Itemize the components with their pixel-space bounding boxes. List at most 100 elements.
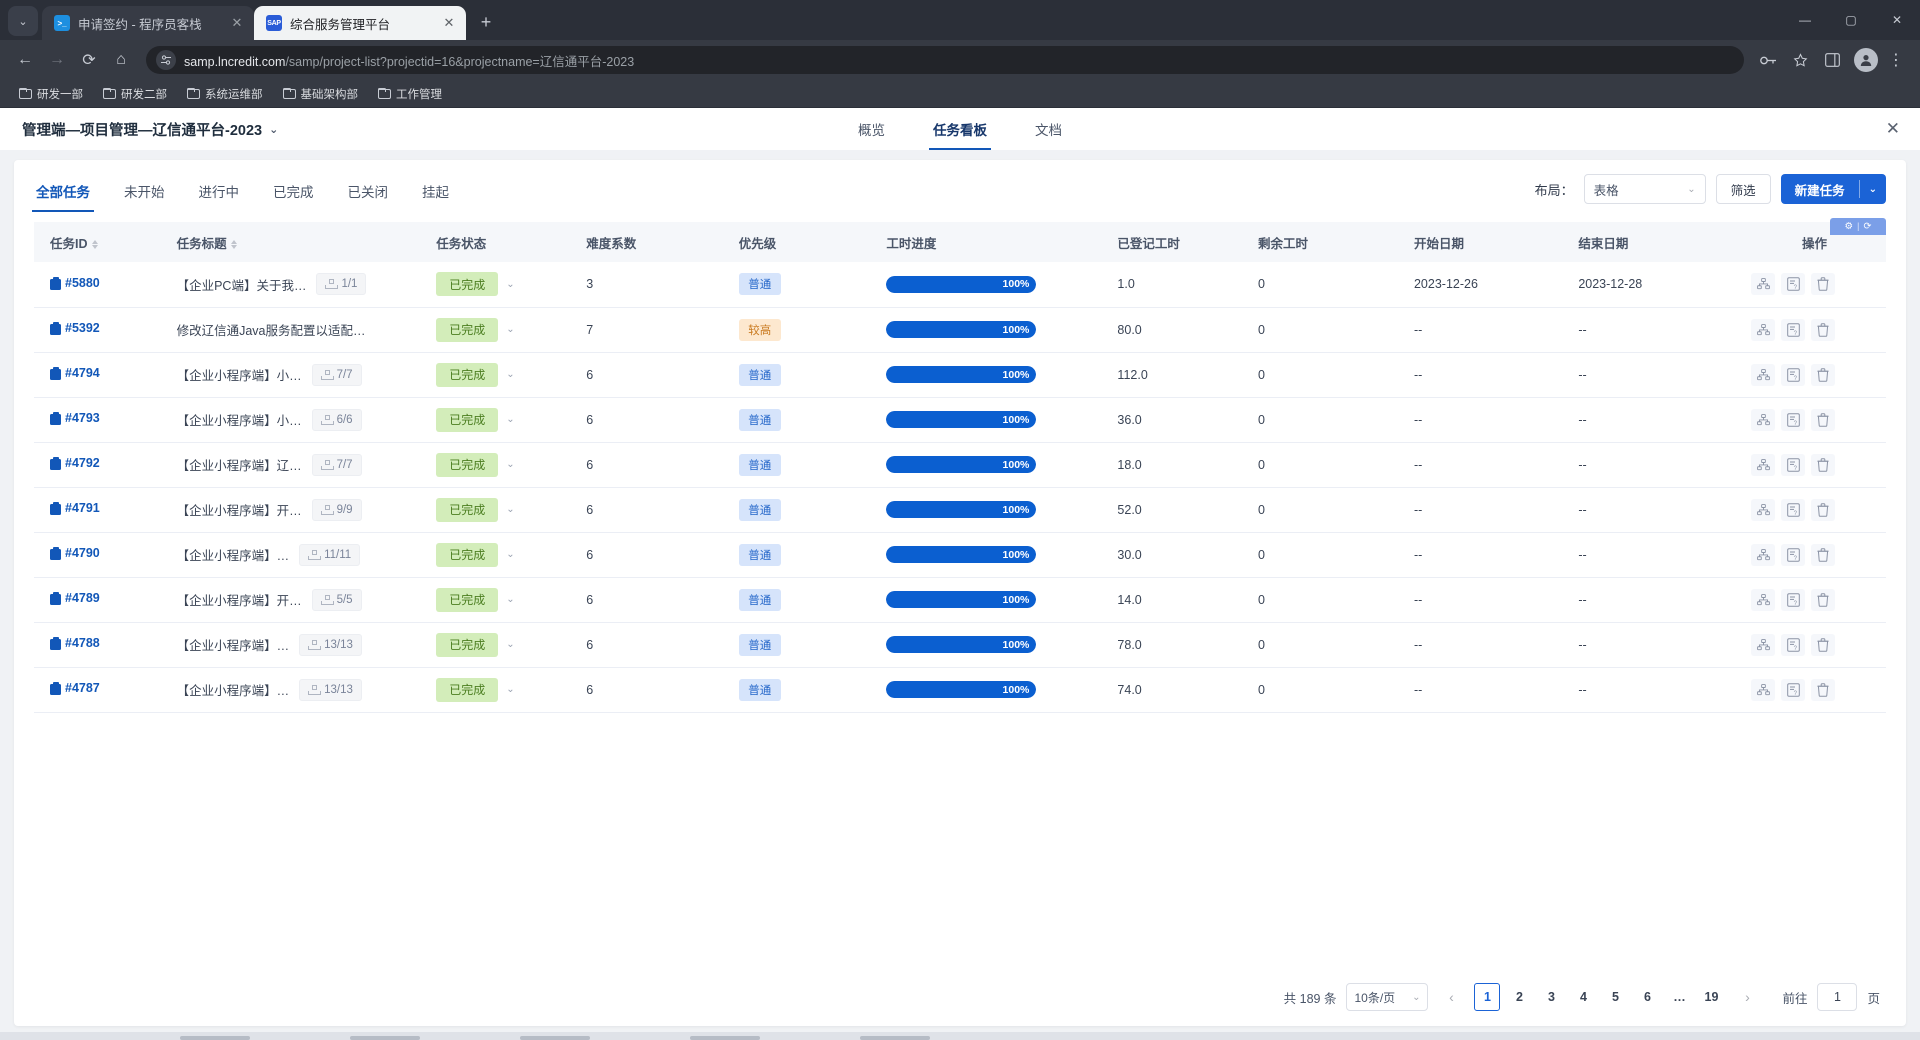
address-bar[interactable]: samp.lncredit.com/samp/project-list?proj… <box>146 46 1744 74</box>
browser-menu-icon[interactable]: ⋮ <box>1882 46 1910 74</box>
task-id-link[interactable]: #4790 <box>50 546 100 560</box>
subtask-count-badge[interactable]: 9/9 <box>311 498 362 521</box>
close-icon[interactable]: ✕ <box>440 14 458 32</box>
page-number-1[interactable]: 1 <box>1474 983 1501 1011</box>
subtask-count-badge[interactable]: 1/1 <box>316 273 367 296</box>
reload-icon[interactable]: ⟳ <box>74 45 104 75</box>
sitemap-icon[interactable] <box>1751 453 1775 476</box>
page-number-3[interactable]: 3 <box>1538 983 1564 1011</box>
filter-tab-not-started[interactable]: 未开始 <box>124 160 165 222</box>
chevron-down-icon[interactable]: ⌄ <box>506 369 514 380</box>
table-row[interactable]: #4790 【企业小程序端】… 11/11 已完成 ⌄ 6 普通 100% 30.0… <box>34 532 1886 577</box>
bookmark-item[interactable]: 研发二部 <box>96 83 174 105</box>
task-title-text[interactable]: 【企业小程序端】小… <box>177 410 302 429</box>
new-tab-button[interactable]: + <box>472 8 500 36</box>
table-row[interactable]: #4793 【企业小程序端】小… 6/6 已完成 ⌄ 6 普通 100% 36.0 … <box>34 397 1886 442</box>
filter-tab-suspended[interactable]: 挂起 <box>422 160 449 222</box>
trash-icon[interactable] <box>1811 633 1835 656</box>
table-row[interactable]: #4787 【企业小程序端】… 13/13 已完成 ⌄ 6 普通 100% 74.0… <box>34 667 1886 712</box>
new-task-button[interactable]: 新建任务 ⌄ <box>1780 174 1886 204</box>
task-id-link[interactable]: #4791 <box>50 501 100 515</box>
filter-tab-closed[interactable]: 已关闭 <box>348 160 389 222</box>
doc-question-icon[interactable]: ? <box>1781 678 1805 701</box>
trash-icon[interactable] <box>1811 318 1835 341</box>
doc-question-icon[interactable]: ? <box>1781 498 1805 521</box>
doc-question-icon[interactable]: ? <box>1781 273 1805 296</box>
trash-icon[interactable] <box>1811 408 1835 431</box>
side-panel-icon[interactable] <box>1818 46 1846 74</box>
page-number-2[interactable]: 2 <box>1506 983 1532 1011</box>
subtask-count-badge[interactable]: 7/7 <box>311 453 362 476</box>
table-row[interactable]: #5880 【企业PC端】关于我… 1/1 已完成 ⌄ 3 普通 100% 1.0 … <box>34 262 1886 307</box>
chevron-down-icon[interactable]: ⌄ <box>506 504 514 515</box>
chevron-down-icon[interactable]: ⌄ <box>506 684 514 695</box>
doc-question-icon[interactable]: ? <box>1781 453 1805 476</box>
doc-question-icon[interactable]: ? <box>1781 633 1805 656</box>
page-number-6[interactable]: 6 <box>1634 983 1660 1011</box>
task-title-text[interactable]: 【企业小程序端】… <box>177 545 290 564</box>
filter-tab-all[interactable]: 全部任务 <box>32 160 94 222</box>
chevron-down-icon[interactable]: ⌄ <box>1860 184 1886 195</box>
chevron-down-icon[interactable]: ⌄ <box>506 279 514 290</box>
table-row[interactable]: #4791 【企业小程序端】开… 9/9 已完成 ⌄ 6 普通 100% 52.0 … <box>34 487 1886 532</box>
subtask-count-badge[interactable]: 13/13 <box>299 678 362 701</box>
task-id-link[interactable]: #5392 <box>50 321 100 335</box>
chevron-down-icon[interactable]: ⌄ <box>506 549 514 560</box>
avatar[interactable] <box>1854 48 1878 72</box>
trash-icon[interactable] <box>1811 678 1835 701</box>
sitemap-icon[interactable] <box>1751 273 1775 296</box>
bookmark-item[interactable]: 基础架构部 <box>276 83 366 105</box>
gear-icon[interactable]: ⚙ <box>1845 221 1854 232</box>
task-id-link[interactable]: #4793 <box>50 411 100 425</box>
trash-icon[interactable] <box>1811 273 1835 296</box>
table-row[interactable]: #4788 【企业小程序端】… 13/13 已完成 ⌄ 6 普通 100% 78.0… <box>34 622 1886 667</box>
page-size-select[interactable]: 10条/页 ⌄ <box>1346 983 1429 1011</box>
sort-icon[interactable] <box>91 239 98 249</box>
doc-question-icon[interactable]: ? <box>1781 318 1805 341</box>
tab-overview[interactable]: 概览 <box>854 108 889 150</box>
task-id-link[interactable]: #4788 <box>50 636 100 650</box>
tab-docs[interactable]: 文档 <box>1031 108 1066 150</box>
subtask-count-badge[interactable]: 13/13 <box>299 633 362 656</box>
sitemap-icon[interactable] <box>1751 543 1775 566</box>
refresh-icon[interactable]: ⟳ <box>1864 221 1872 232</box>
doc-question-icon[interactable]: ? <box>1781 543 1805 566</box>
table-row[interactable]: #4792 【企业小程序端】辽… 7/7 已完成 ⌄ 6 普通 100% 18.0 … <box>34 442 1886 487</box>
chevron-down-icon[interactable]: ⌄ <box>506 414 514 425</box>
sitemap-icon[interactable] <box>1751 588 1775 611</box>
prev-page-button[interactable]: ‹ <box>1438 983 1464 1011</box>
back-icon[interactable]: ← <box>10 45 40 75</box>
doc-question-icon[interactable]: ? <box>1781 588 1805 611</box>
table-settings-widget[interactable]: ⚙ | ⟳ <box>1830 218 1886 235</box>
chevron-down-icon[interactable]: ⌄ <box>506 324 514 335</box>
layout-select[interactable]: 表格 ⌄ <box>1583 174 1706 204</box>
subtask-count-badge[interactable]: 7/7 <box>311 363 362 386</box>
table-row[interactable]: #5392 修改辽信通Java服务配置以适配… 已完成 ⌄ 7 较高 100% 8… <box>34 307 1886 352</box>
subtask-count-badge[interactable]: 5/5 <box>311 588 362 611</box>
page-number-19[interactable]: 19 <box>1698 983 1724 1011</box>
task-title-text[interactable]: 【企业小程序端】开… <box>177 500 302 519</box>
task-title-text[interactable]: 【企业小程序端】… <box>177 680 290 699</box>
goto-page-input[interactable]: 1 <box>1817 983 1858 1011</box>
bookmark-item[interactable]: 工作管理 <box>371 83 449 105</box>
next-page-button[interactable]: › <box>1734 983 1760 1011</box>
task-id-link[interactable]: #4794 <box>50 366 100 380</box>
close-icon[interactable]: ✕ <box>1886 120 1900 137</box>
browser-tab-1[interactable]: >_ 申请签约 - 程序员客栈 ✕ <box>42 6 254 40</box>
table-row[interactable]: #4789 【企业小程序端】开… 5/5 已完成 ⌄ 6 普通 100% 14.0 … <box>34 577 1886 622</box>
task-title-text[interactable]: 【企业小程序端】… <box>177 635 290 654</box>
task-title-text[interactable]: 修改辽信通Java服务配置以适配… <box>177 320 366 339</box>
doc-question-icon[interactable]: ? <box>1781 363 1805 386</box>
filter-tab-in-progress[interactable]: 进行中 <box>199 160 240 222</box>
sitemap-icon[interactable] <box>1751 678 1775 701</box>
subtask-count-badge[interactable]: 6/6 <box>311 408 362 431</box>
minimize-icon[interactable]: — <box>1782 0 1828 40</box>
trash-icon[interactable] <box>1811 498 1835 521</box>
forward-icon[interactable]: → <box>42 45 72 75</box>
col-task-title[interactable]: 任务标题 <box>168 222 429 262</box>
task-id-link[interactable]: #4787 <box>50 681 100 695</box>
task-id-link[interactable]: #4789 <box>50 591 100 605</box>
page-number-4[interactable]: 4 <box>1570 983 1596 1011</box>
key-icon[interactable] <box>1754 46 1782 74</box>
trash-icon[interactable] <box>1811 453 1835 476</box>
